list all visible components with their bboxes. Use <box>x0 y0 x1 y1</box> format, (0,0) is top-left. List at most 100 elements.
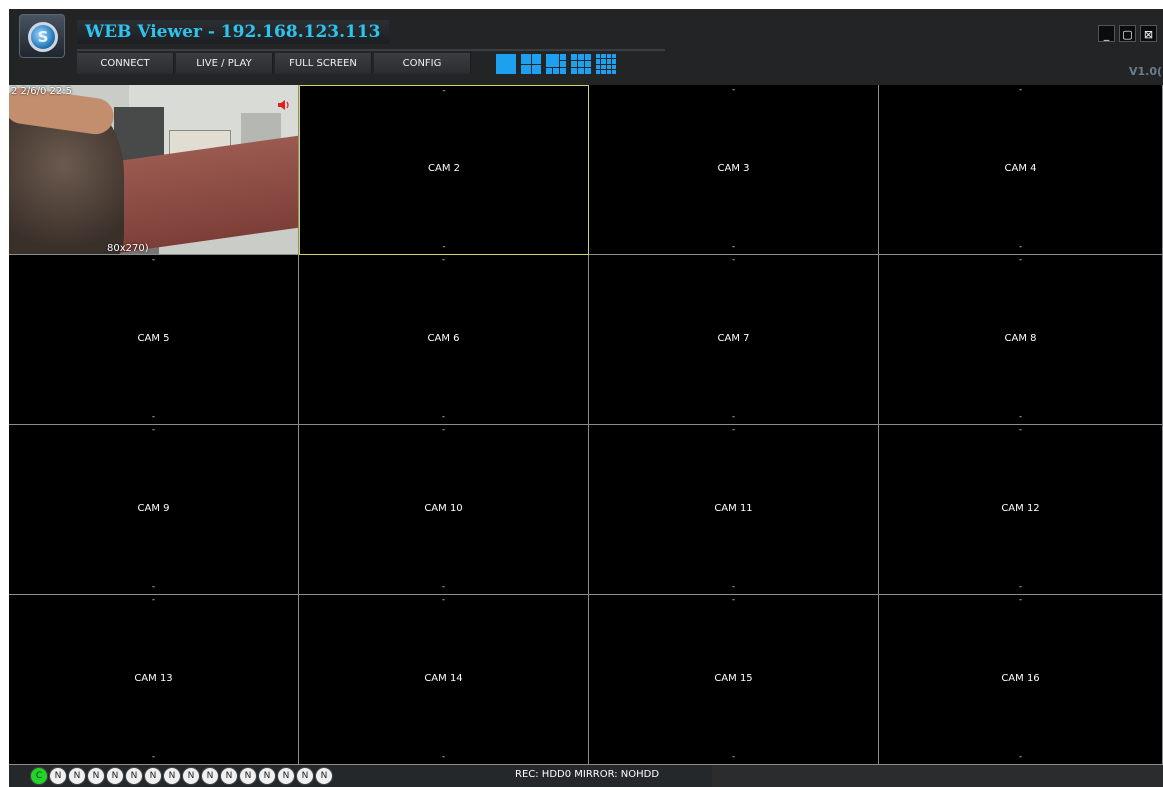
camera-tile-16[interactable]: - CAM 16 - <box>879 595 1163 765</box>
camera-bottom-dash: - <box>151 412 156 422</box>
camera-label: CAM 4 <box>1004 162 1037 174</box>
camera-bottom-dash: - <box>731 752 736 762</box>
camera-bottom-dash: - <box>1018 412 1023 422</box>
camera-label: CAM 10 <box>424 502 463 514</box>
main-toolbar: CONNECT LIVE / PLAY FULL SCREEN CONFIG <box>77 53 471 74</box>
camera-label: CAM 12 <box>1001 502 1040 514</box>
camera-osd-resolution: 80x270) <box>107 243 149 254</box>
camera-bottom-dash: - <box>441 412 446 422</box>
camera-top-dash: - <box>151 595 156 605</box>
camera-top-dash: - <box>731 425 736 435</box>
version-label: V1.0( <box>1129 65 1163 78</box>
camera-tile-3[interactable]: - CAM 3 - <box>589 85 879 255</box>
camera-osd-timestamp: 2 2/6/0 22:5 <box>11 86 73 97</box>
channel-14-status[interactable]: N <box>277 767 295 785</box>
camera-tile-5[interactable]: - CAM 5 - <box>9 255 299 425</box>
camera-label: CAM 13 <box>134 672 173 684</box>
camera-top-dash: - <box>1018 425 1023 435</box>
camera-top-dash: - <box>441 255 446 265</box>
channel-15-status[interactable]: N <box>296 767 314 785</box>
layout-selector <box>496 54 616 74</box>
title-divider <box>77 49 665 51</box>
channel-10-status[interactable]: N <box>201 767 219 785</box>
channel-5-status[interactable]: N <box>106 767 124 785</box>
channel-6-status[interactable]: N <box>125 767 143 785</box>
layout-1-split-icon[interactable] <box>496 54 516 74</box>
camera-top-dash: - <box>151 255 156 265</box>
camera-bottom-dash: - <box>151 582 156 592</box>
camera-tile-14[interactable]: - CAM 14 - <box>299 595 589 765</box>
channel-4-status[interactable]: N <box>87 767 105 785</box>
recording-status: REC: HDD0 MIRROR: NOHDD <box>515 769 660 780</box>
camera-tile-9[interactable]: - CAM 9 - <box>9 425 299 595</box>
camera-label: CAM 16 <box>1001 672 1040 684</box>
live-video-feed <box>9 85 298 254</box>
camera-top-dash: - <box>731 595 736 605</box>
channel-8-status[interactable]: N <box>163 767 181 785</box>
camera-top-dash: - <box>441 425 446 435</box>
camera-tile-12[interactable]: - CAM 12 - <box>879 425 1163 595</box>
app-logo <box>19 14 65 58</box>
layout-16-split-icon[interactable] <box>596 54 616 74</box>
channel-16-status[interactable]: N <box>315 767 333 785</box>
camera-tile-4[interactable]: - CAM 4 - <box>879 85 1163 255</box>
minimize-button[interactable]: _ <box>1098 25 1115 42</box>
close-button[interactable]: ⊠ <box>1140 25 1157 42</box>
window-controls: _ ▢ ⊠ <box>1098 25 1157 42</box>
layout-9-split-icon[interactable] <box>571 54 591 74</box>
audio-icon[interactable] <box>278 100 290 110</box>
camera-tile-8[interactable]: - CAM 8 - <box>879 255 1163 425</box>
camera-label: CAM 5 <box>137 332 170 344</box>
channel-1-status[interactable]: C <box>30 767 48 785</box>
camera-top-dash: - <box>151 425 156 435</box>
camera-tile-13[interactable]: - CAM 13 - <box>9 595 299 765</box>
camera-tile-10[interactable]: - CAM 10 - <box>299 425 589 595</box>
camera-bottom-dash: - <box>731 412 736 422</box>
layout-6-split-icon[interactable] <box>546 54 566 74</box>
camera-top-dash: - <box>442 86 446 96</box>
web-viewer-window: WEB Viewer - 192.168.123.113 _ ▢ ⊠ CONNE… <box>9 9 1163 787</box>
config-button[interactable]: CONFIG <box>374 53 471 74</box>
live-play-button[interactable]: LIVE / PLAY <box>176 53 273 74</box>
camera-bottom-dash: - <box>151 752 156 762</box>
camera-label: CAM 11 <box>714 502 753 514</box>
camera-label: CAM 9 <box>137 502 170 514</box>
channel-7-status[interactable]: N <box>144 767 162 785</box>
camera-bottom-dash: - <box>1018 242 1023 252</box>
status-panel: C N N N N N N N N N N N N N N N REC: HDD… <box>9 765 712 787</box>
camera-tile-6[interactable]: - CAM 6 - <box>299 255 589 425</box>
camera-label: CAM 15 <box>714 672 753 684</box>
maximize-button[interactable]: ▢ <box>1119 25 1136 42</box>
camera-label: CAM 3 <box>717 162 750 174</box>
status-bar: C N N N N N N N N N N N N N N N REC: HDD… <box>9 765 1163 787</box>
camera-top-dash: - <box>1018 255 1023 265</box>
layout-4-split-icon[interactable] <box>521 54 541 74</box>
camera-top-dash: - <box>1018 85 1023 95</box>
camera-tile-1[interactable]: 2 2/6/0 22:5 80x270) <box>9 85 299 255</box>
camera-bottom-dash: - <box>441 752 446 762</box>
channel-12-status[interactable]: N <box>239 767 257 785</box>
channel-11-status[interactable]: N <box>220 767 238 785</box>
window-title: WEB Viewer - 192.168.123.113 <box>77 20 389 44</box>
channel-13-status[interactable]: N <box>258 767 276 785</box>
camera-top-dash: - <box>1018 595 1023 605</box>
camera-tile-11[interactable]: - CAM 11 - <box>589 425 879 595</box>
camera-label: CAM 2 <box>428 163 460 174</box>
camera-top-dash: - <box>731 85 736 95</box>
camera-tile-15[interactable]: - CAM 15 - <box>589 595 879 765</box>
connect-button[interactable]: CONNECT <box>77 53 174 74</box>
camera-top-dash: - <box>731 255 736 265</box>
full-screen-button[interactable]: FULL SCREEN <box>275 53 372 74</box>
camera-bottom-dash: - <box>441 582 446 592</box>
channel-3-status[interactable]: N <box>68 767 86 785</box>
camera-tile-2[interactable]: - CAM 2 - <box>299 85 589 255</box>
channel-2-status[interactable]: N <box>49 767 67 785</box>
camera-bottom-dash: - <box>1018 582 1023 592</box>
channel-9-status[interactable]: N <box>182 767 200 785</box>
camera-tile-7[interactable]: - CAM 7 - <box>589 255 879 425</box>
camera-bottom-dash: - <box>442 242 446 252</box>
camera-bottom-dash: - <box>1018 752 1023 762</box>
camera-label: CAM 6 <box>427 332 460 344</box>
camera-top-dash: - <box>441 595 446 605</box>
camera-grid: 2 2/6/0 22:5 80x270) - CAM 2 - - CAM 3 - - CA… <box>9 85 1163 765</box>
